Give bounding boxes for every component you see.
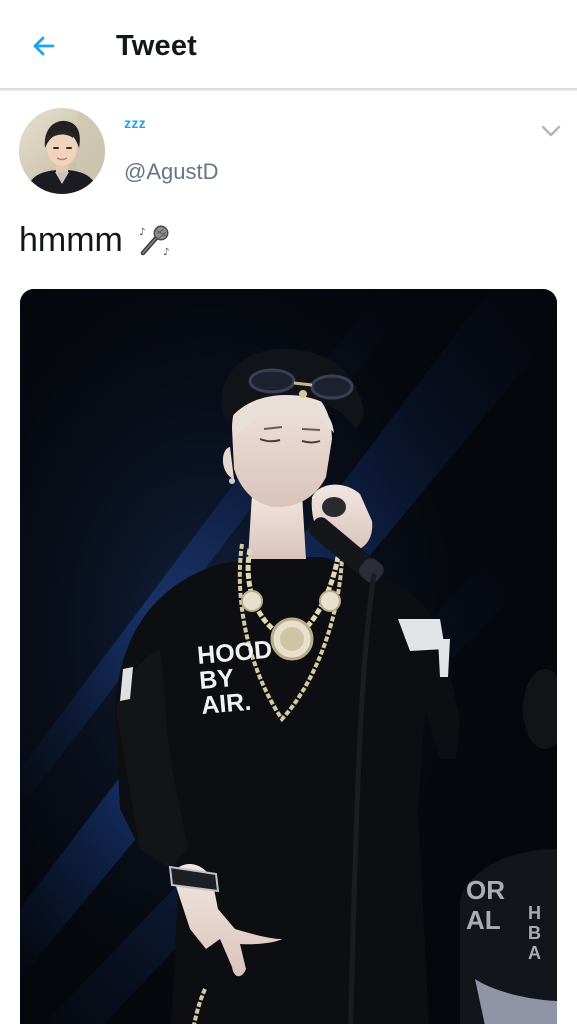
svg-text:OR: OR: [466, 875, 505, 905]
page-title: Tweet: [116, 30, 198, 62]
tweet-detail-screen: Tweet ᶻᶻᶻ @AgustD hmmm ♪ ♪ OR AL H B A H…: [0, 0, 577, 1024]
display-name[interactable]: ᶻᶻᶻ: [124, 114, 146, 140]
svg-text:♪: ♪: [139, 227, 145, 238]
avatar[interactable]: [19, 108, 105, 194]
back-button[interactable]: [22, 26, 66, 66]
microphone-icon: ♪ ♪: [139, 225, 169, 257]
shirt-text-line-3: AIR.: [200, 688, 252, 720]
top-bar: Tweet: [0, 0, 577, 91]
tweet-text: hmmm: [19, 221, 123, 259]
svg-text:B: B: [528, 923, 541, 943]
svg-text:A: A: [528, 943, 541, 963]
svg-text:AL: AL: [466, 905, 501, 935]
tweet-media-image[interactable]: OR AL H B A HOOD BY AIR.: [20, 289, 557, 1024]
arrow-left-icon: [33, 36, 55, 56]
svg-text:H: H: [528, 903, 541, 923]
performer-photo: OR AL H B A HOOD BY AIR.: [20, 289, 557, 1024]
user-handle[interactable]: @AgustD: [124, 158, 218, 186]
tweet-menu-button[interactable]: [536, 118, 566, 144]
avatar-image: [19, 108, 105, 194]
header-divider: [0, 88, 577, 91]
chevron-down-icon: [541, 125, 561, 137]
tweet-text-row: hmmm ♪ ♪: [19, 218, 173, 262]
svg-text:♪: ♪: [163, 247, 169, 257]
